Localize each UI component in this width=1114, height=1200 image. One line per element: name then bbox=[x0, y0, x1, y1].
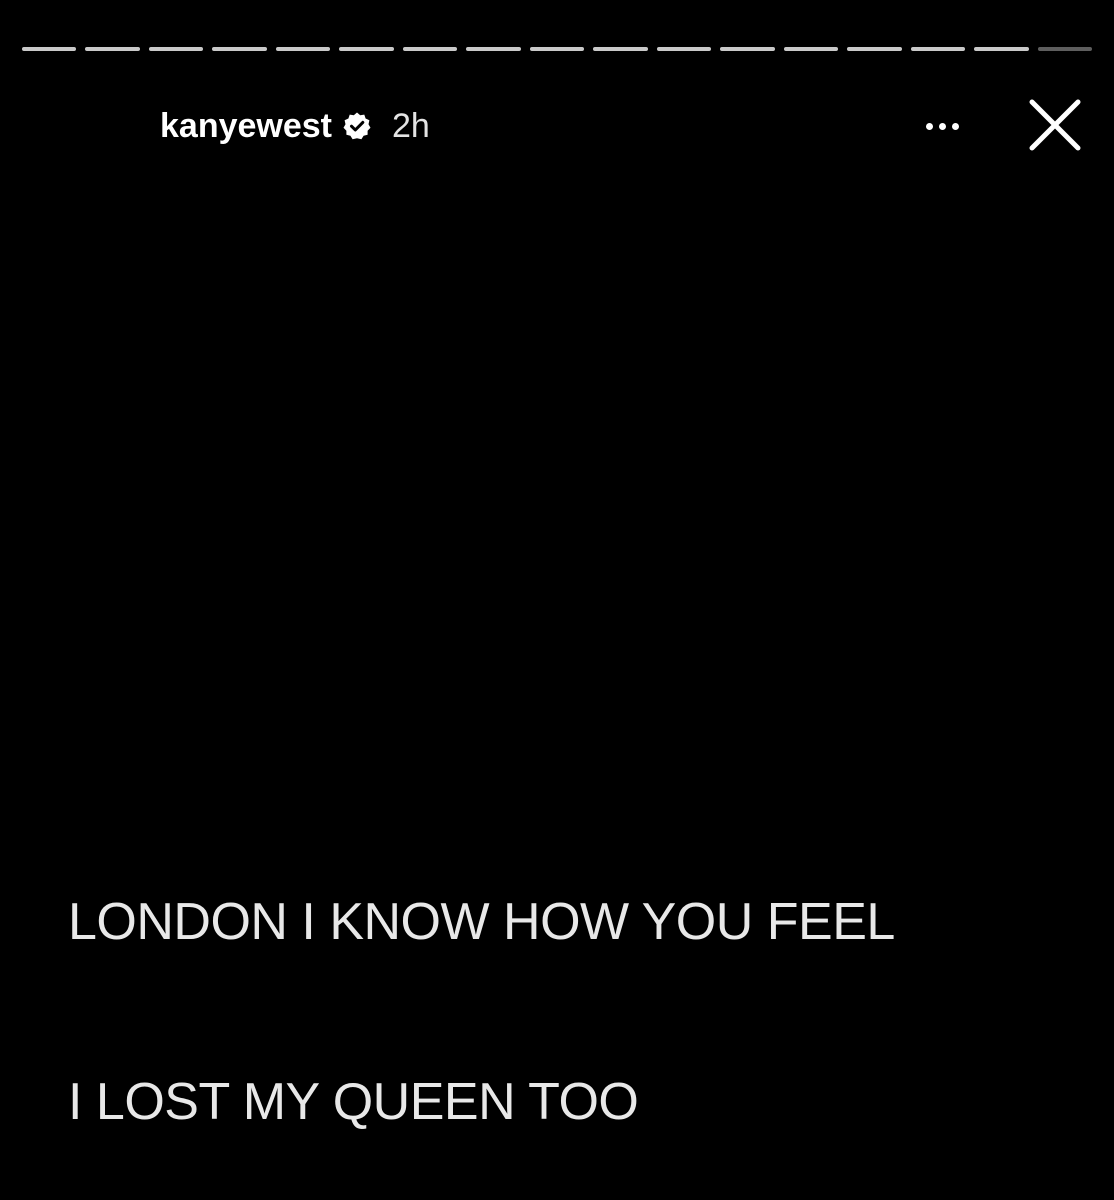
progress-segment bbox=[974, 47, 1029, 51]
progress-segment bbox=[783, 47, 839, 51]
story-header: kanyewest 2h bbox=[160, 104, 430, 148]
progress-segment bbox=[656, 47, 712, 51]
progress-segment bbox=[847, 47, 902, 51]
story-text-line: LONDON I KNOW HOW YOU FEEL bbox=[68, 893, 895, 951]
dot bbox=[951, 122, 959, 130]
progress-segment bbox=[212, 47, 267, 51]
progress-segment bbox=[402, 47, 458, 51]
progress-segment bbox=[22, 47, 77, 51]
dot bbox=[938, 122, 946, 130]
progress-segment-current bbox=[1037, 47, 1092, 51]
progress-segment bbox=[275, 47, 331, 51]
verified-badge-icon bbox=[342, 111, 372, 141]
progress-segment bbox=[148, 47, 204, 51]
progress-segment bbox=[85, 47, 140, 51]
progress-segment bbox=[529, 47, 585, 51]
story-text-line: I LOST MY QUEEN TOO bbox=[68, 1073, 639, 1131]
progress-segment bbox=[339, 47, 394, 51]
more-options-icon[interactable] bbox=[916, 110, 968, 142]
story-progress-bar bbox=[22, 47, 1092, 53]
post-time: 2h bbox=[392, 106, 430, 145]
progress-segment bbox=[910, 47, 966, 51]
close-icon[interactable] bbox=[1022, 92, 1088, 158]
progress-segment bbox=[720, 47, 775, 51]
progress-segment bbox=[466, 47, 521, 51]
dot bbox=[925, 122, 933, 130]
progress-segment bbox=[593, 47, 648, 51]
username-link[interactable]: kanyewest bbox=[160, 107, 332, 146]
